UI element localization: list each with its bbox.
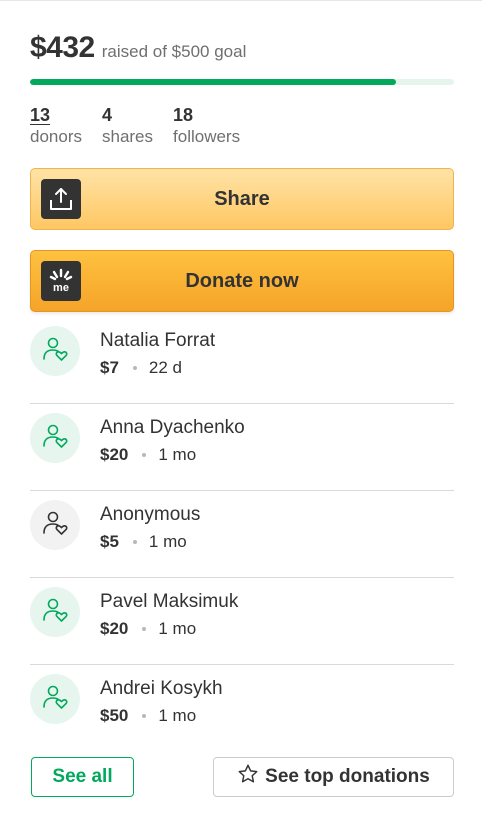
raised-amount: $432: [30, 31, 95, 64]
see-top-donations-label: See top donations: [265, 766, 430, 787]
stat-shares-label: shares: [101, 127, 154, 146]
donor-avatar: [30, 413, 80, 463]
donor-avatar: [30, 326, 80, 376]
share-button[interactable]: Share: [30, 168, 454, 230]
donor-name: Anonymous: [100, 504, 201, 525]
donation-item: Pavel Maksimuk $20 1 mo: [30, 578, 454, 665]
separator-dot: [132, 540, 137, 544]
gofundme-logo-icon: me: [41, 261, 81, 301]
person-heart-icon: [41, 683, 69, 716]
separator-dot: [142, 627, 147, 631]
donation-amount: $50: [100, 706, 129, 725]
donation-meta: $20 1 mo: [100, 619, 196, 639]
see-all-button[interactable]: See all: [31, 757, 134, 797]
donation-amount: $20: [100, 619, 129, 638]
fundraiser-amount-row: $432 raised of $500 goal: [30, 31, 246, 65]
stat-shares-count: 4: [101, 105, 112, 125]
progress-bar-fill: [30, 79, 397, 85]
stat-followers: 18 followers: [173, 104, 240, 148]
donor-avatar: [30, 674, 80, 724]
star-icon: [237, 763, 265, 791]
donation-meta: $20 1 mo: [100, 445, 196, 465]
stat-donors-count[interactable]: 13: [30, 104, 82, 126]
stat-followers-label: followers: [173, 127, 241, 146]
progress-bar: [30, 79, 454, 85]
donation-item: Natalia Forrat $7 22 d: [30, 317, 454, 404]
donate-now-button[interactable]: me Donate now: [30, 250, 454, 312]
stat-followers-count: 18: [173, 105, 194, 125]
donation-amount: $7: [100, 358, 119, 377]
donation-time: 22 d: [148, 358, 183, 377]
share-button-label: Share: [214, 187, 270, 210]
stat-donors-label: donors: [30, 127, 82, 146]
separator-dot: [132, 366, 137, 370]
donor-name: Pavel Maksimuk: [100, 591, 239, 612]
donation-meta: $50 1 mo: [100, 706, 196, 726]
donation-time: 1 mo: [148, 532, 187, 551]
donation-meta: $5 1 mo: [100, 532, 187, 552]
donor-avatar: [30, 587, 80, 637]
share-upload-icon: [41, 179, 81, 219]
person-heart-icon: [41, 596, 69, 629]
person-heart-icon: [41, 335, 69, 368]
donation-amount: $20: [100, 445, 129, 464]
donation-item: Anna Dyachenko $20 1 mo: [30, 404, 454, 491]
donation-time: 1 mo: [158, 706, 197, 725]
donate-now-label: Donate now: [185, 269, 299, 292]
donation-sidebar-card: $432 raised of $500 goal 13 donors 4 sha…: [0, 0, 482, 824]
goal-text: raised of $500 goal: [101, 42, 247, 61]
donation-amount: $5: [100, 532, 119, 551]
donation-time: 1 mo: [158, 445, 197, 464]
donor-name: Anna Dyachenko: [100, 417, 245, 438]
donation-meta: $7 22 d: [100, 358, 182, 378]
see-all-label: See all: [52, 766, 113, 787]
donor-name: Natalia Forrat: [100, 330, 216, 351]
separator-dot: [142, 453, 147, 457]
donation-time: 1 mo: [158, 619, 197, 638]
stat-shares: 4 shares: [102, 104, 153, 148]
donation-item: Anonymous $5 1 mo: [30, 491, 454, 578]
separator-dot: [142, 714, 147, 718]
stats-row: 13 donors 4 shares 18 followers: [30, 104, 260, 148]
person-heart-icon: [41, 422, 69, 455]
see-top-donations-button[interactable]: See top donations: [213, 757, 454, 797]
donor-name: Andrei Kosykh: [100, 678, 223, 699]
stat-donors[interactable]: 13 donors: [30, 104, 82, 148]
person-heart-icon: [41, 509, 69, 542]
donate-icon-text: me: [53, 282, 69, 294]
donor-avatar: [30, 500, 80, 550]
donation-item: Andrei Kosykh $50 1 mo: [30, 665, 454, 752]
